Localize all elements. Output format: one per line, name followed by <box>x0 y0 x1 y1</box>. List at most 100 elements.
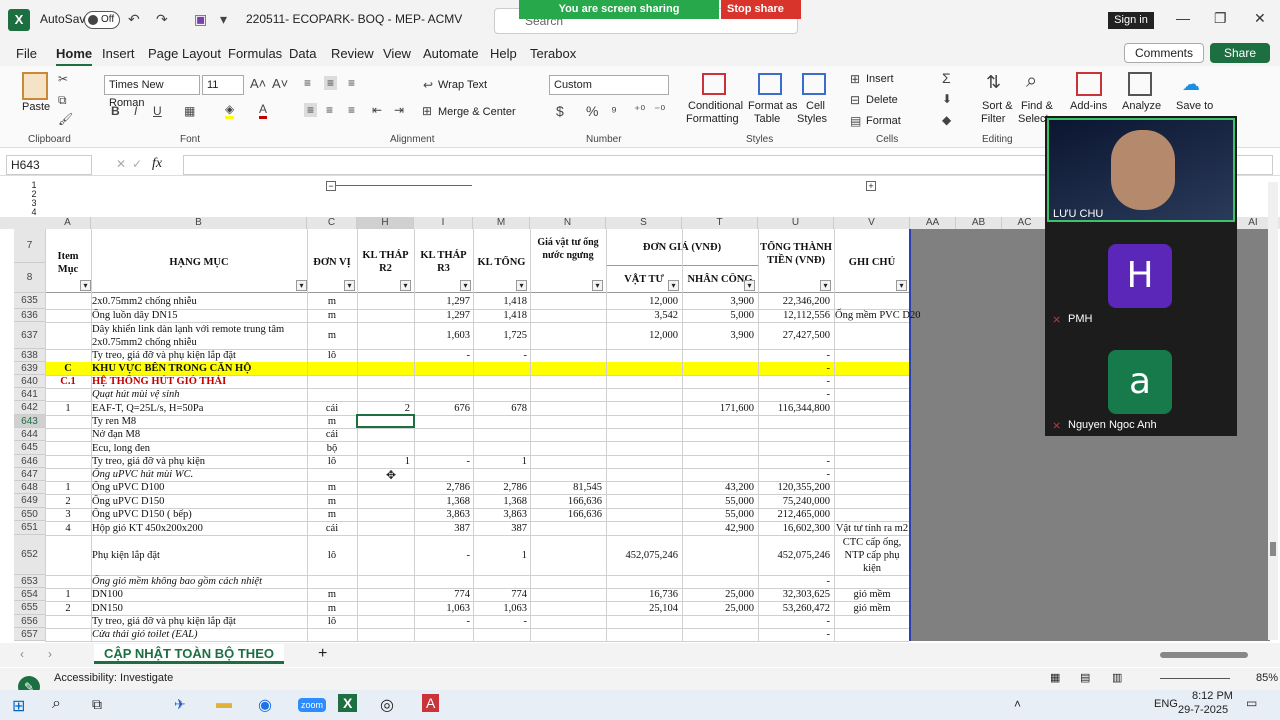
col-header-v[interactable]: V <box>834 217 910 229</box>
horizontal-scroll-thumb[interactable] <box>1160 652 1248 658</box>
cell-m[interactable]: 2,786 <box>474 481 527 494</box>
row-header[interactable]: 635 <box>14 293 45 309</box>
cell-c[interactable]: cái <box>308 522 356 535</box>
cut-icon[interactable]: ✂ <box>58 72 68 86</box>
row-header[interactable]: 654 <box>14 588 45 601</box>
active-speaker-video[interactable]: LƯU CHU <box>1047 118 1235 222</box>
cell-u[interactable]: 53,260,472 <box>759 602 830 615</box>
cell-c[interactable]: m <box>308 329 356 342</box>
cell-t[interactable]: 5,000 <box>683 309 754 322</box>
tray-chevron-icon[interactable]: ˄ <box>1014 697 1021 711</box>
filter-dropdown-icon[interactable]: ▾ <box>344 280 355 291</box>
excel-taskbar-icon[interactable]: X <box>338 694 358 712</box>
document-title[interactable]: 220511- ECOPARK- BOQ - MEP- ACMV <box>246 12 462 26</box>
row-header[interactable]: 641 <box>14 388 45 401</box>
filter-dropdown-icon[interactable]: ▾ <box>820 280 831 291</box>
cell-b[interactable]: Nở đạn M8 <box>92 428 306 441</box>
cell-c[interactable]: lô <box>308 349 356 362</box>
cell-u[interactable]: - <box>759 468 831 481</box>
cell-c[interactable]: m <box>308 602 356 615</box>
add-ins-button[interactable]: Add-ins <box>1070 100 1107 112</box>
cell-c[interactable]: lô <box>308 615 356 628</box>
increase-font-icon[interactable]: A˄ <box>250 76 266 91</box>
filter-dropdown-icon[interactable]: ▾ <box>592 280 603 291</box>
delete-cells-icon[interactable]: ⊟ <box>850 93 860 107</box>
cell-m[interactable]: 1,418 <box>474 309 527 322</box>
cell-m[interactable]: 678 <box>474 402 527 415</box>
cell-a[interactable]: 1 <box>46 481 90 494</box>
find-select-icon[interactable]: ⌕ <box>1026 70 1037 93</box>
cell-u[interactable]: - <box>759 375 831 388</box>
cell-i[interactable]: - <box>415 349 471 362</box>
cell-t[interactable]: 55,000 <box>683 495 754 508</box>
cell-b[interactable]: Ty treo, giá đỡ và phụ kiện lắp đặt <box>92 615 306 628</box>
comma-icon[interactable]: ⁹ <box>611 103 617 119</box>
page-break-view-icon[interactable]: ▥ <box>1112 671 1122 684</box>
conditional-formatting-icon[interactable] <box>702 73 726 95</box>
sheet-tab-active[interactable]: CẬP NHẬT TOÀN BỘ THEO TKTC <box>94 644 284 681</box>
tab-insert[interactable]: Insert <box>102 46 135 61</box>
insert-cells-icon[interactable]: ⊞ <box>850 72 860 86</box>
stop-share-button[interactable]: Stop share <box>721 0 801 19</box>
cell-v[interactable]: Ống mềm PVC D20 <box>835 309 920 322</box>
filter-dropdown-icon[interactable]: ▾ <box>516 280 527 291</box>
row-header[interactable]: 637 <box>14 322 45 349</box>
font-size-select[interactable]: 11 <box>202 75 244 95</box>
col-header-s[interactable]: S <box>606 217 682 229</box>
page-layout-view-icon[interactable]: ▤ <box>1080 671 1090 684</box>
cell-u[interactable]: - <box>759 362 831 375</box>
borders-icon[interactable]: ▦ <box>184 104 195 118</box>
decrease-font-icon[interactable]: A˅ <box>272 76 288 91</box>
expand-group-icon[interactable]: + <box>866 181 876 191</box>
cell-v[interactable]: Vật tư tính ra m2 <box>835 522 909 535</box>
filter-dropdown-icon[interactable]: ▾ <box>460 280 471 291</box>
cell-s[interactable]: 452,075,246 <box>607 549 679 562</box>
cell-v[interactable]: CTC cấp ống, NTP cấp phụ kiện <box>835 536 909 576</box>
app2-icon[interactable]: ◎ <box>380 695 394 715</box>
cell-b[interactable]: HỆ THỐNG HÚT GIÓ THẢI <box>92 375 306 388</box>
task-view-icon[interactable]: ⧉ <box>92 696 102 713</box>
paste-label[interactable]: Paste <box>22 101 50 113</box>
format-painter-icon[interactable]: 🖌 <box>58 112 73 126</box>
italic-icon[interactable]: I <box>134 104 137 118</box>
cell-b[interactable]: DN150 <box>92 602 306 615</box>
row-header[interactable]: 646 <box>14 455 45 468</box>
cell-b[interactable]: Cửa thải gió toilet (EAL) <box>92 628 306 641</box>
cell-a[interactable]: 1 <box>46 402 90 415</box>
filter-dropdown-icon[interactable]: ▾ <box>296 280 307 291</box>
acrobat-icon[interactable]: A <box>422 694 440 712</box>
increase-decimal-icon[interactable]: ⁺⁰ <box>634 103 645 117</box>
cell-u[interactable]: 32,303,625 <box>759 588 830 601</box>
cell-m[interactable]: 3,863 <box>474 508 527 521</box>
number-format-select[interactable]: Custom <box>549 75 669 95</box>
format-cells-icon[interactable]: ▤ <box>850 114 861 128</box>
cell-u[interactable]: - <box>759 628 831 641</box>
cell-a[interactable]: C.1 <box>46 375 90 388</box>
cell-c[interactable]: m <box>308 588 356 601</box>
cell-b[interactable]: Hộp gió KT 450x200x200 <box>92 522 306 535</box>
cell-s[interactable]: 16,736 <box>607 588 678 601</box>
name-box[interactable]: H643 <box>6 155 92 175</box>
cell-i[interactable]: 2,786 <box>415 481 470 494</box>
cell-i[interactable]: 1,368 <box>415 495 470 508</box>
col-header-c[interactable]: C <box>307 217 357 229</box>
col-header-ab[interactable]: AB <box>956 217 1002 229</box>
cell-i[interactable]: 1,603 <box>415 329 470 342</box>
cell-u[interactable]: 16,602,300 <box>759 522 830 535</box>
cell-m[interactable]: 774 <box>474 588 527 601</box>
underline-icon[interactable]: U <box>153 104 162 118</box>
cell-u[interactable]: 116,344,800 <box>759 402 830 415</box>
sort-filter-icon[interactable]: ⇅ <box>986 72 1001 93</box>
fill-color-icon[interactable]: ◈ <box>225 102 235 119</box>
zoom-app-icon[interactable]: zoom <box>298 698 327 712</box>
cell-u[interactable]: 22,346,200 <box>759 295 830 308</box>
app-icon[interactable]: ✈ <box>174 696 186 713</box>
paste-icon[interactable] <box>22 72 48 100</box>
cell-i[interactable]: 1,063 <box>415 602 470 615</box>
chrome-icon[interactable]: ◉ <box>258 695 272 715</box>
insert-cells-button[interactable]: Insert <box>866 73 894 85</box>
tab-automate[interactable]: Automate <box>423 46 479 61</box>
format-as-table-icon[interactable] <box>758 73 782 95</box>
comments-button[interactable]: Comments <box>1124 43 1204 63</box>
col-header-u[interactable]: U <box>758 217 834 229</box>
